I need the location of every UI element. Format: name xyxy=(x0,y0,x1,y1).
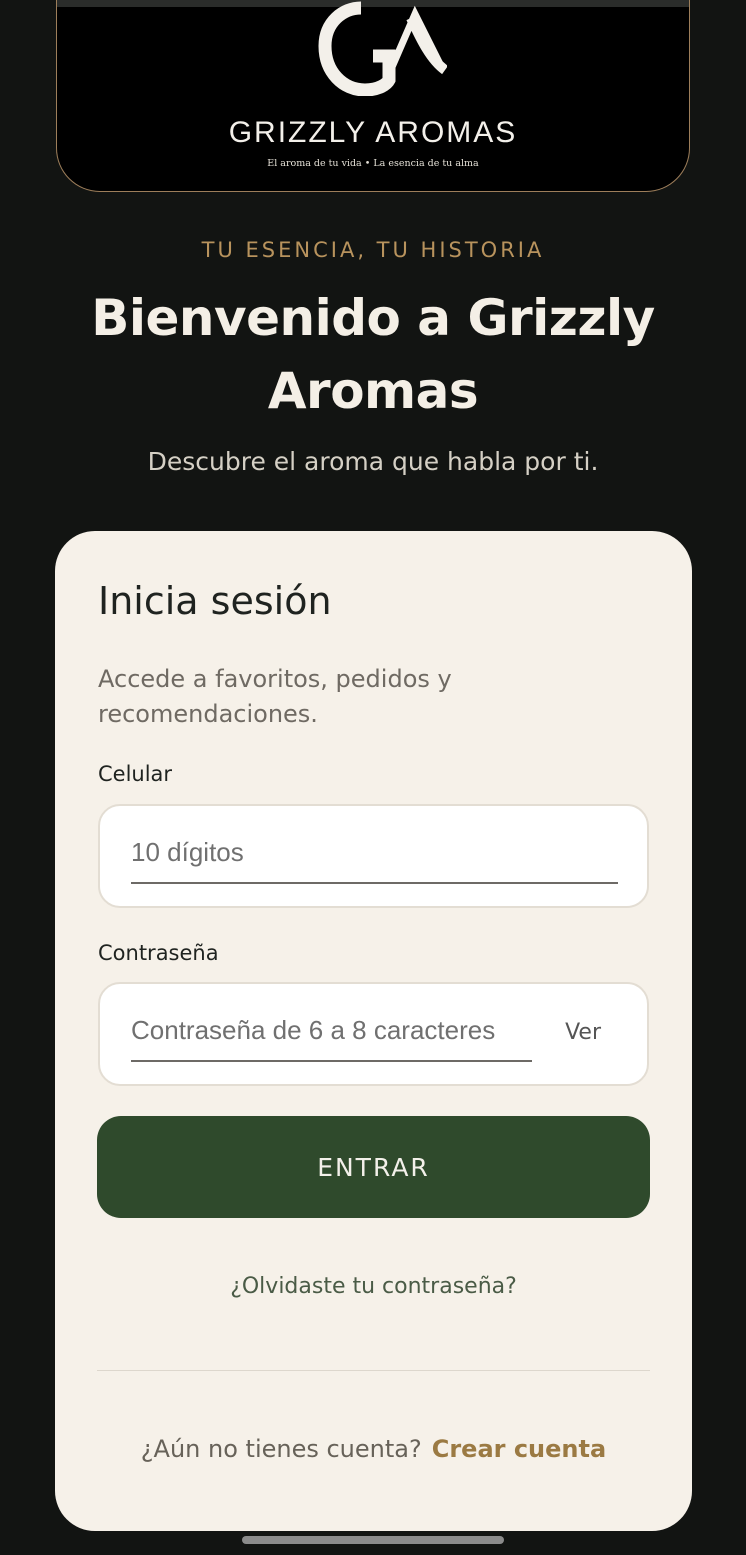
brand-header: GRIZZLY AROMAS El aroma de tu vida • La … xyxy=(56,0,690,192)
phone-label: Celular xyxy=(98,762,173,786)
home-indicator[interactable] xyxy=(242,1536,504,1544)
show-password-button[interactable]: Ver xyxy=(565,1020,601,1045)
login-description: Accede a favoritos, pedidos y recomendac… xyxy=(98,665,452,728)
phone-input[interactable] xyxy=(131,828,618,884)
brand-logo-icon xyxy=(318,1,447,96)
signup-row: ¿Aún no tienes cuenta? Crear cuenta xyxy=(55,1435,692,1463)
login-title: Inicia sesión xyxy=(98,579,332,623)
divider xyxy=(97,1370,650,1371)
password-label: Contraseña xyxy=(98,941,219,965)
login-submit-button[interactable]: ENTRAR xyxy=(97,1116,650,1218)
page-title: Bienvenido a Grizzly Aromas xyxy=(91,289,655,420)
hero-subtitle: Descubre el aroma que habla por ti. xyxy=(147,447,599,476)
phone-field-container xyxy=(98,804,649,908)
app-screen: GRIZZLY AROMAS El aroma de tu vida • La … xyxy=(0,0,746,1555)
password-field-container: Ver xyxy=(98,982,649,1086)
forgot-password-link[interactable]: ¿Olvidaste tu contraseña? xyxy=(55,1274,692,1299)
password-input[interactable] xyxy=(131,1006,532,1062)
hero-eyebrow: TU ESENCIA, TU HISTORIA xyxy=(201,238,545,262)
brand-tagline: El aroma de tu vida • La esencia de tu a… xyxy=(267,158,479,169)
login-card: Inicia sesión Accede a favoritos, pedido… xyxy=(55,531,692,1531)
signup-prompt: ¿Aún no tienes cuenta? xyxy=(140,1435,422,1463)
create-account-link[interactable]: Crear cuenta xyxy=(432,1435,606,1463)
brand-name: GRIZZLY AROMAS xyxy=(228,116,518,149)
